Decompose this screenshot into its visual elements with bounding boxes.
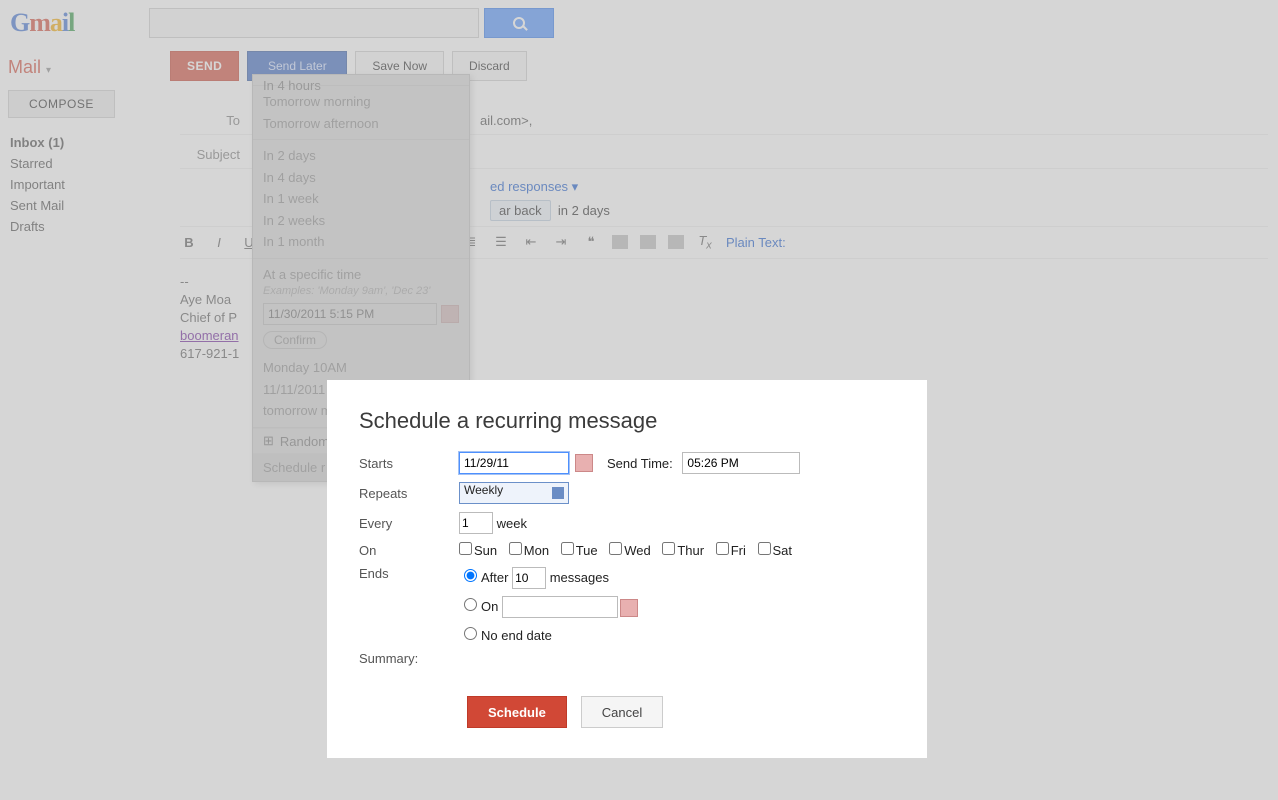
schedule-button[interactable]: Schedule	[467, 696, 567, 728]
dropdown-item[interactable]: Monday 10AM	[253, 357, 469, 379]
outdent-icon[interactable]: ⇤	[522, 234, 540, 250]
starts-input[interactable]	[459, 452, 569, 474]
compose-button[interactable]: COMPOSE	[8, 90, 115, 118]
calendar-icon[interactable]	[575, 454, 593, 472]
quote-icon[interactable]: ❝	[582, 234, 600, 250]
sidebar-item-starred[interactable]: Starred	[6, 153, 154, 174]
day-sat-checkbox[interactable]	[758, 542, 771, 555]
sidebar: Mail ▾ COMPOSE Inbox (1) Starred Importa…	[0, 45, 160, 370]
dropdown-item[interactable]: In 2 weeks	[253, 210, 469, 232]
day-tue-checkbox[interactable]	[561, 542, 574, 555]
repeats-label: Repeats	[359, 486, 459, 501]
dropdown-item[interactable]: In 1 month	[253, 231, 469, 253]
cancel-button[interactable]: Cancel	[581, 696, 663, 728]
list-bullet-icon[interactable]: ☰	[492, 234, 510, 250]
boomerang-timing: in 2 days	[558, 203, 610, 218]
bold-button[interactable]: B	[180, 235, 198, 250]
grid-icon: ⊞	[263, 433, 274, 449]
align-center-icon[interactable]	[640, 235, 656, 249]
sendtime-label: Send Time:	[607, 456, 673, 471]
to-field[interactable]: ail.com>,	[480, 113, 532, 128]
sidebar-item-inbox[interactable]: Inbox (1)	[6, 132, 154, 153]
day-checkboxes: Sun Mon Tue Wed Thur Fri Sat	[459, 542, 792, 558]
ends-after-radio[interactable]	[464, 569, 477, 582]
day-thu-checkbox[interactable]	[662, 542, 675, 555]
every-unit: week	[497, 516, 527, 531]
canned-responses-link[interactable]: ed responses ▾	[490, 179, 578, 194]
day-sun-checkbox[interactable]	[459, 542, 472, 555]
send-button[interactable]: SEND	[170, 51, 239, 81]
dropdown-item[interactable]: In 4 days	[253, 167, 469, 189]
every-input[interactable]	[459, 512, 493, 534]
search-input[interactable]	[149, 8, 479, 38]
ends-none-radio[interactable]	[464, 627, 477, 640]
starts-label: Starts	[359, 456, 459, 471]
calendar-icon[interactable]	[441, 305, 459, 323]
align-left-icon[interactable]	[612, 235, 628, 249]
sendtime-input[interactable]	[682, 452, 800, 474]
every-label: Every	[359, 516, 459, 531]
ends-on-input[interactable]	[502, 596, 618, 618]
italic-button[interactable]: I	[210, 235, 228, 250]
header: Gmail	[0, 0, 1278, 45]
gmail-logo: Gmail	[10, 8, 74, 38]
calendar-icon[interactable]	[620, 599, 638, 617]
on-label: On	[359, 543, 459, 558]
day-mon-checkbox[interactable]	[509, 542, 522, 555]
to-label: To	[180, 113, 240, 128]
search-button[interactable]	[484, 8, 554, 38]
sidebar-item-important[interactable]: Important	[6, 174, 154, 195]
sidebar-item-drafts[interactable]: Drafts	[6, 216, 154, 237]
signature-link[interactable]: boomeran	[180, 328, 239, 343]
ends-label: Ends	[359, 566, 459, 581]
schedule-recurring-modal: Schedule a recurring message Starts Send…	[327, 380, 927, 758]
dropdown-item[interactable]: Tomorrow morning	[253, 91, 469, 113]
ends-on-radio[interactable]	[464, 598, 477, 611]
specific-time-hint: Examples: 'Monday 9am', 'Dec 23'	[253, 285, 469, 301]
dropdown-item[interactable]: Tomorrow afternoon	[253, 113, 469, 135]
plain-text-link[interactable]: Plain Text:	[726, 235, 786, 250]
subject-label: Subject	[180, 147, 240, 162]
search-icon	[513, 17, 525, 29]
ends-after-input[interactable]	[512, 567, 546, 589]
dropdown-item[interactable]: In 1 week	[253, 188, 469, 210]
day-wed-checkbox[interactable]	[609, 542, 622, 555]
clear-format-icon[interactable]: Tx	[696, 233, 714, 252]
sidebar-item-sent[interactable]: Sent Mail	[6, 195, 154, 216]
align-right-icon[interactable]	[668, 235, 684, 249]
repeats-select[interactable]: Weekly	[459, 482, 569, 504]
mail-selector[interactable]: Mail ▾	[8, 57, 154, 78]
specific-time-label: At a specific time	[253, 264, 469, 286]
indent-icon[interactable]: ⇥	[552, 234, 570, 250]
boomerang-chip[interactable]: ar back	[490, 200, 551, 221]
day-fri-checkbox[interactable]	[716, 542, 729, 555]
modal-title: Schedule a recurring message	[359, 408, 895, 434]
confirm-button[interactable]: Confirm	[263, 331, 327, 349]
dropdown-item[interactable]: In 2 days	[253, 145, 469, 167]
chevron-down-icon: ▾	[46, 65, 51, 76]
specific-time-input[interactable]	[263, 303, 437, 325]
summary-label: Summary:	[359, 651, 418, 666]
